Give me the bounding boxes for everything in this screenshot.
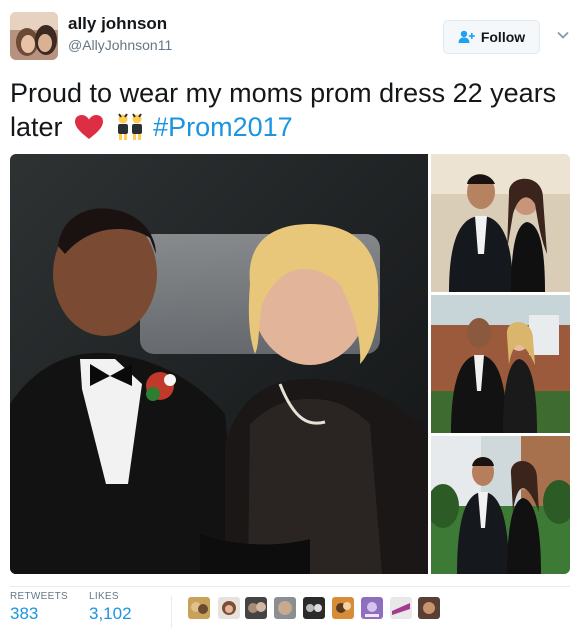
likes-count[interactable]: 3,102 [89, 604, 132, 624]
user-handle[interactable]: @AllyJohnson11 [68, 37, 172, 53]
retweets-count[interactable]: 383 [10, 604, 38, 624]
red-heart-icon [75, 115, 104, 139]
liker-avatar[interactable] [303, 597, 325, 619]
hashtag-link[interactable]: #Prom2017 [153, 112, 293, 142]
add-person-icon [458, 30, 475, 43]
retweets-label[interactable]: RETWEETS [10, 591, 68, 602]
prom-photo-thumb-outdoor-lawn[interactable] [431, 436, 570, 574]
likes-label[interactable]: LIKES [89, 591, 119, 602]
avatar[interactable] [10, 12, 58, 60]
liker-avatar[interactable] [332, 597, 354, 619]
liker-avatar[interactable] [418, 597, 440, 619]
liker-avatar[interactable] [188, 597, 210, 619]
prom-photo-thumb-indoor[interactable] [431, 154, 570, 292]
display-name[interactable]: ally johnson [68, 14, 167, 34]
liker-avatar[interactable] [218, 597, 240, 619]
follow-button[interactable]: Follow [443, 20, 540, 54]
media-grid [10, 154, 570, 574]
profile-photo-icon [10, 12, 58, 60]
liker-avatar[interactable] [245, 597, 267, 619]
stats-divider [10, 586, 570, 587]
liker-avatar[interactable] [361, 597, 383, 619]
chevron-down-icon[interactable] [556, 28, 570, 42]
follow-label: Follow [480, 29, 526, 45]
liker-avatar[interactable] [274, 597, 296, 619]
tweet-text: Proud to wear my moms prom dress 22 year… [10, 76, 570, 144]
liker-avatar[interactable] [390, 597, 412, 619]
prom-photo-main[interactable] [10, 154, 428, 574]
stats-separator [171, 596, 172, 628]
prom-photo-thumb-outdoor-brick[interactable] [431, 295, 570, 433]
dancers-icon [117, 113, 142, 140]
